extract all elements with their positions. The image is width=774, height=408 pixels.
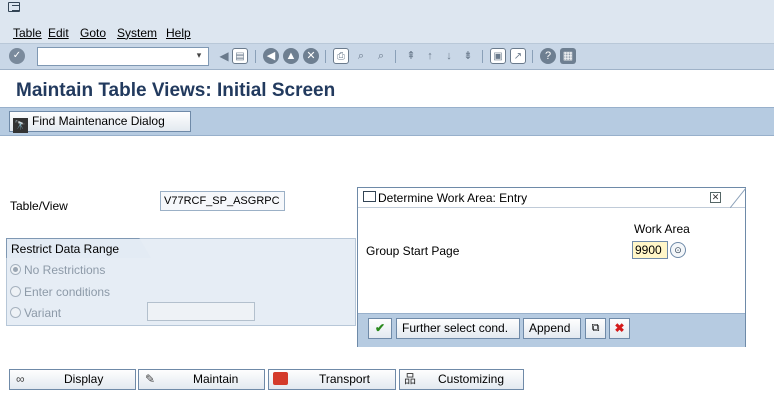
toolbar-separator bbox=[395, 50, 396, 63]
binoculars-icon: 🔭 bbox=[13, 118, 28, 133]
value-help-icon[interactable]: ⊙ bbox=[670, 242, 686, 258]
next-page-icon[interactable]: ↓ bbox=[441, 48, 457, 64]
find-icon[interactable]: ⌕ bbox=[353, 48, 369, 64]
radio-variant[interactable]: Variant bbox=[10, 306, 61, 320]
append-button[interactable]: Append bbox=[523, 318, 581, 339]
work-area-header: Work Area bbox=[634, 222, 690, 236]
back-icon[interactable]: ◀ bbox=[263, 48, 279, 64]
radio-unselected-icon bbox=[10, 286, 21, 297]
menu-bar: Table Edit Goto System Help bbox=[0, 0, 774, 44]
find-next-icon[interactable]: ⌕ bbox=[373, 48, 389, 64]
truck-icon bbox=[273, 372, 288, 385]
customizing-button[interactable]: 品 Customizing bbox=[399, 369, 524, 390]
toolbar-separator bbox=[325, 50, 326, 63]
glasses-icon: ∞ bbox=[16, 372, 25, 386]
previous-page-icon[interactable]: ↑ bbox=[422, 48, 438, 64]
menu-goto[interactable]: Goto bbox=[80, 26, 106, 40]
radio-selected-icon bbox=[10, 264, 21, 275]
enter-icon[interactable]: ✓ bbox=[9, 48, 25, 64]
menu-system[interactable]: System bbox=[117, 26, 157, 40]
last-page-icon[interactable]: ⇟ bbox=[460, 48, 476, 64]
cancel-icon[interactable]: ✕ bbox=[303, 48, 319, 64]
radio-label: Variant bbox=[24, 306, 62, 320]
save-icon[interactable]: ▤ bbox=[232, 48, 248, 64]
dialog-system-icon[interactable] bbox=[363, 191, 376, 202]
toolbar-separator bbox=[482, 50, 483, 63]
customizing-label: Customizing bbox=[438, 372, 505, 386]
radio-unselected-icon bbox=[10, 307, 21, 318]
exit-icon[interactable]: ▲ bbox=[283, 48, 299, 64]
table-view-label: Table/View bbox=[10, 199, 68, 213]
page-title: Maintain Table Views: Initial Screen bbox=[16, 80, 336, 101]
help-icon[interactable]: ? bbox=[540, 48, 556, 64]
radio-label: No Restrictions bbox=[24, 263, 106, 277]
find-maintenance-dialog-button[interactable]: 🔭 Find Maintenance Dialog bbox=[9, 111, 191, 133]
transport-button[interactable]: Transport bbox=[268, 369, 396, 390]
radio-enter-conditions[interactable]: Enter conditions bbox=[10, 285, 110, 299]
menu-table[interactable]: Table bbox=[13, 26, 42, 40]
restrict-data-range-title: Restrict Data Range bbox=[11, 242, 120, 256]
sap-system-menu-icon[interactable] bbox=[8, 2, 20, 12]
cancel-icon[interactable]: ✖ bbox=[609, 318, 630, 339]
pencil-icon: ✎ bbox=[145, 372, 156, 386]
find-maintenance-dialog-label: Find Maintenance Dialog bbox=[32, 114, 165, 128]
print-icon[interactable]: ⎙ bbox=[333, 48, 349, 64]
work-area-field[interactable]: 9900 bbox=[632, 241, 668, 259]
command-history-icon[interactable]: ▾ bbox=[193, 49, 205, 62]
close-icon[interactable]: ✕ bbox=[710, 192, 721, 203]
first-page-icon[interactable]: ⇞ bbox=[403, 48, 419, 64]
display-label: Display bbox=[64, 372, 104, 386]
shortcut-icon[interactable]: ↗ bbox=[510, 48, 526, 64]
group-start-page-label: Group Start Page bbox=[366, 244, 460, 258]
hierarchy-icon: 品 bbox=[404, 372, 417, 386]
command-field[interactable] bbox=[37, 47, 209, 66]
transport-label: Transport bbox=[319, 372, 370, 386]
radio-no-restrictions[interactable]: No Restrictions bbox=[10, 263, 105, 277]
back-arrow-icon[interactable]: ◀ bbox=[216, 48, 232, 64]
display-button[interactable]: ∞ Display bbox=[9, 369, 136, 390]
copy-icon[interactable]: ⧉ bbox=[585, 318, 606, 339]
table-view-field[interactable]: V77RCF_SP_ASGRPC bbox=[160, 191, 285, 211]
dialog-title-slant bbox=[730, 188, 746, 208]
menu-help[interactable]: Help bbox=[166, 26, 191, 40]
toolbar-separator bbox=[255, 50, 256, 63]
toolbar-separator bbox=[532, 50, 533, 63]
maintain-button[interactable]: ✎ Maintain bbox=[138, 369, 265, 390]
menu-edit[interactable]: Edit bbox=[48, 26, 69, 40]
new-session-icon[interactable]: ▣ bbox=[490, 48, 506, 64]
customize-layout-icon[interactable]: ▦ bbox=[560, 48, 576, 64]
dialog-title: Determine Work Area: Entry bbox=[378, 191, 528, 205]
variant-field[interactable] bbox=[147, 302, 255, 321]
maintain-label: Maintain bbox=[193, 372, 239, 386]
confirm-icon[interactable]: ✔ bbox=[368, 318, 392, 339]
further-select-cond-button[interactable]: Further select cond. bbox=[396, 318, 520, 339]
radio-label: Enter conditions bbox=[24, 285, 111, 299]
